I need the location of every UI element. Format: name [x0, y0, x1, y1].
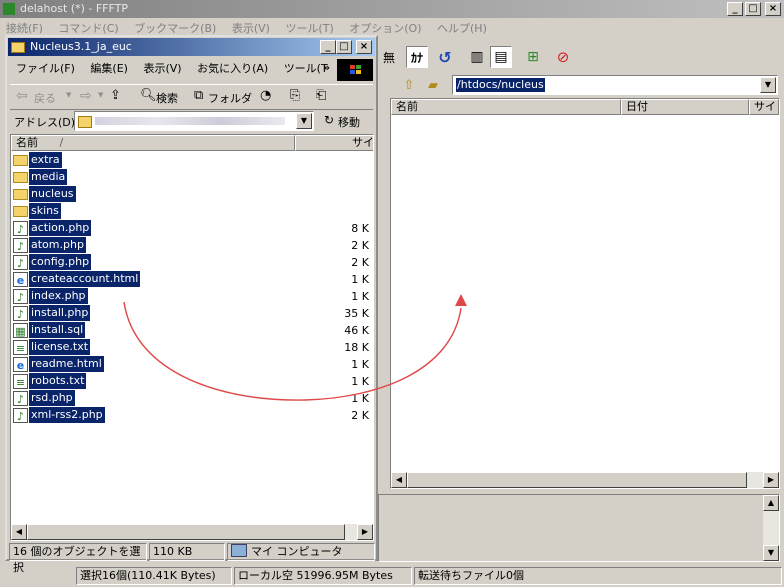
drag-arrow-head: [455, 294, 467, 306]
drag-arrow-annotation: [123, 294, 467, 401]
drag-arrow-curve: [123, 301, 462, 401]
